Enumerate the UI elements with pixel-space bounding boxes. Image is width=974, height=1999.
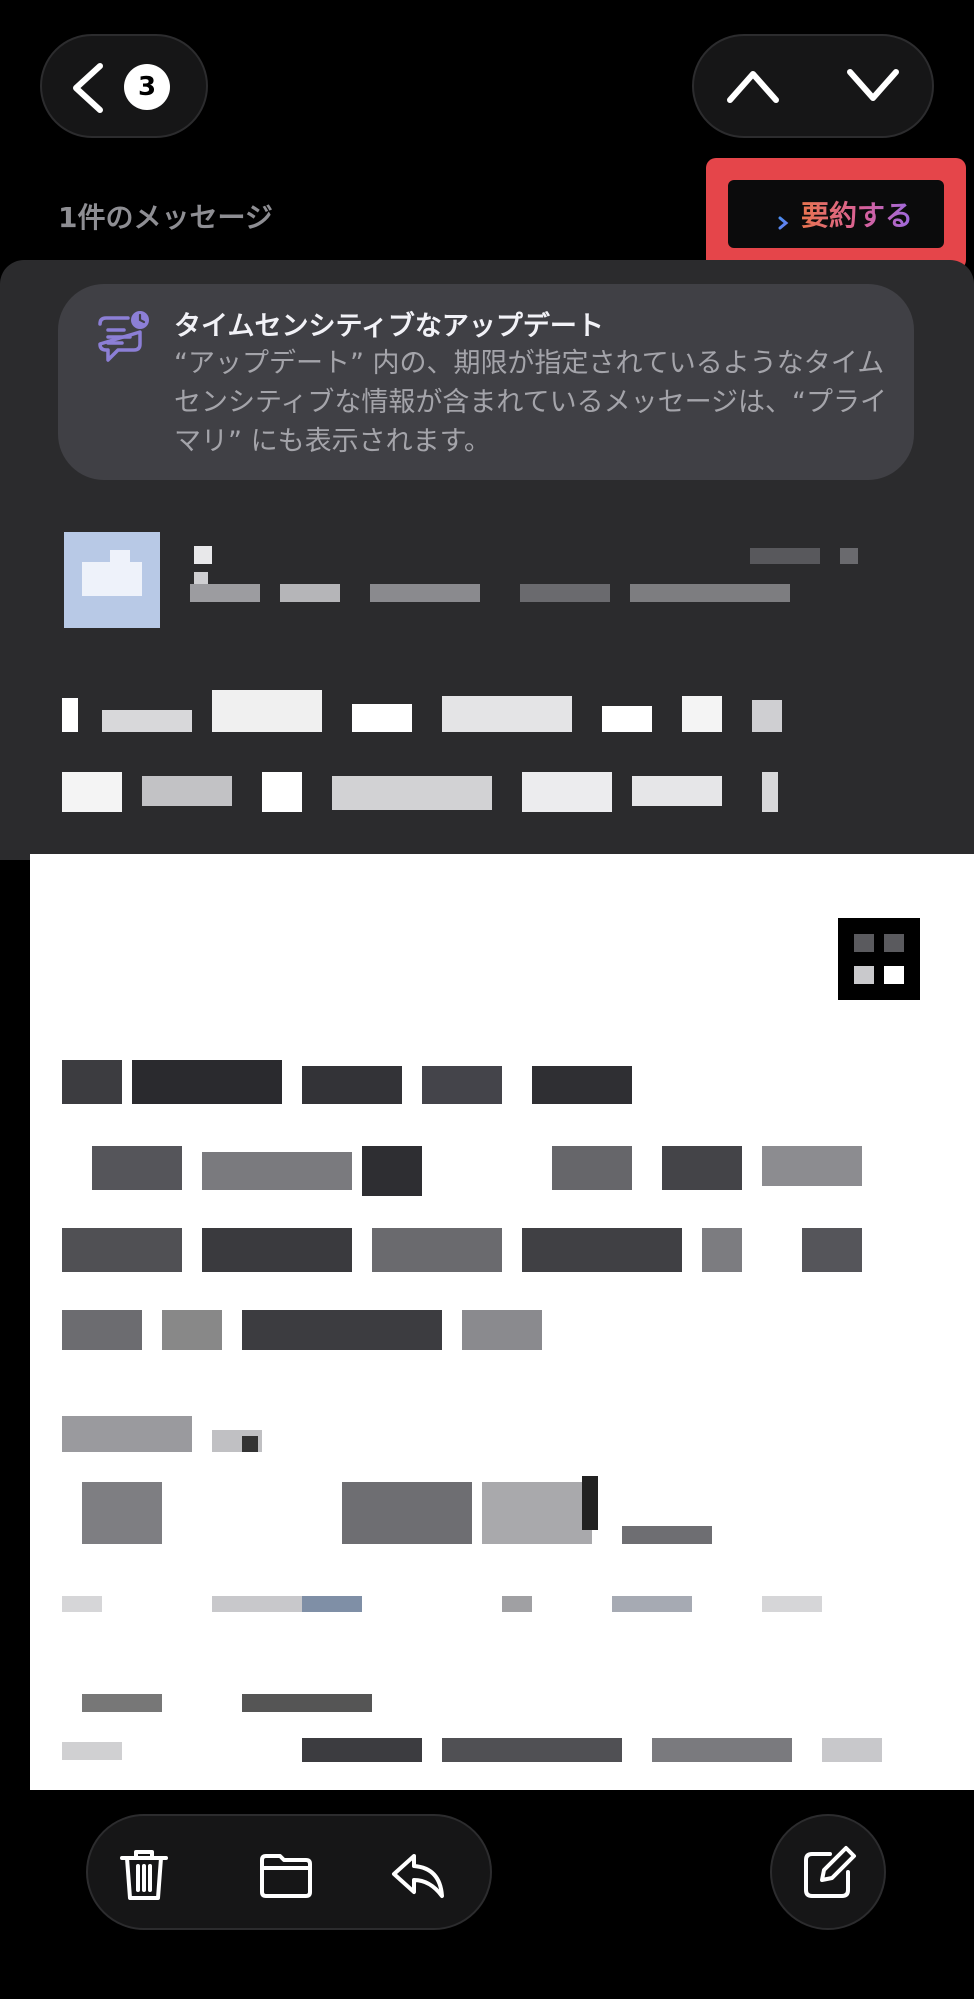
- chat-bubble-clock-icon: [98, 311, 149, 362]
- compose-button[interactable]: [770, 1814, 886, 1930]
- sender-info-redacted[interactable]: [190, 540, 880, 620]
- banner-title: タイムセンシティブなアップデート: [174, 311, 604, 342]
- unread-count-badge: 3: [124, 64, 170, 110]
- folder-icon[interactable]: [258, 1846, 314, 1902]
- chevron-down-icon[interactable]: [846, 66, 900, 106]
- chevron-up-icon[interactable]: [726, 66, 780, 106]
- message-navigation: [692, 34, 934, 138]
- sender-avatar[interactable]: [64, 532, 160, 628]
- trash-icon[interactable]: [116, 1846, 172, 1902]
- email-text-redacted: [62, 1416, 902, 1776]
- summarize-label: 要約する: [801, 194, 913, 234]
- brand-logo-redacted: [838, 918, 920, 1000]
- message-count-label: 1件のメッセージ: [58, 201, 273, 234]
- subject-redacted: [62, 690, 792, 820]
- email-headline-redacted: [62, 1060, 882, 1360]
- back-button[interactable]: 3: [40, 34, 208, 138]
- banner-body: “アップデート” 内の、期限が指定されているようなタイムセンシティブな情報が含ま…: [174, 348, 888, 457]
- chevron-left-icon: [73, 63, 103, 113]
- summarize-button[interactable]: 要約する: [728, 180, 944, 248]
- summary-lines-arrow-icon: [761, 201, 789, 230]
- reply-arrow-icon[interactable]: [390, 1846, 446, 1902]
- compose-square-pencil-icon: [804, 1846, 856, 1898]
- message-actions-toolbar: [86, 1814, 492, 1930]
- time-sensitive-info-banner: タイムセンシティブなアップデート “アップデート” 内の、期限が指定されているよ…: [58, 284, 914, 480]
